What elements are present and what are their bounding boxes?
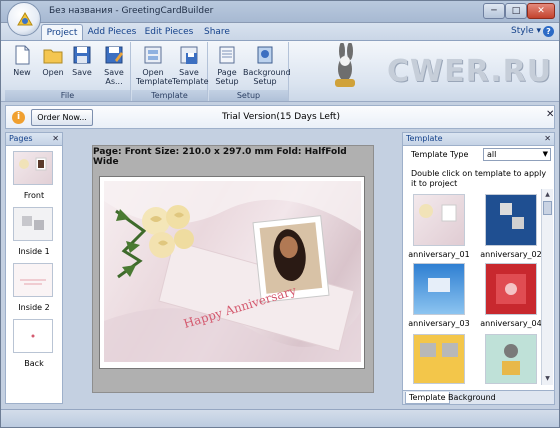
template-panel-header: Template ✕ — [403, 133, 554, 146]
floppy-icon — [73, 46, 91, 64]
page-label-inside-1: Inside 1 — [18, 247, 50, 256]
tab-background[interactable]: Background — [445, 392, 499, 404]
app-logo-icon — [17, 12, 33, 26]
open-template-button[interactable]: Open Template — [136, 44, 173, 86]
minimize-button[interactable]: ─ — [483, 3, 505, 19]
trial-status-text: Trial Version(15 Days Left) — [222, 112, 340, 122]
template-hint: Double click on template to apply it to … — [411, 169, 547, 188]
scrollbar-thumb[interactable] — [543, 201, 552, 215]
chevron-down-icon: ▼ — [542, 150, 548, 158]
tab-add-pieces[interactable]: Add Pieces — [87, 24, 137, 41]
tab-share[interactable]: Share — [201, 24, 233, 41]
tab-edit-pieces[interactable]: Edit Pieces — [144, 24, 194, 41]
open-template-icon — [144, 46, 162, 64]
new-button[interactable]: New — [11, 44, 33, 77]
app-menu-button[interactable] — [7, 2, 41, 36]
page-thumb-front[interactable] — [13, 151, 53, 185]
template-preview — [496, 274, 526, 304]
folder-icon — [43, 49, 63, 64]
page-thumb-preview — [20, 279, 46, 285]
scroll-up-icon[interactable]: ▲ — [543, 190, 552, 199]
page-setup-button[interactable]: Page Setup — [213, 44, 241, 86]
status-bar — [1, 409, 559, 427]
tab-project[interactable]: Project — [41, 24, 83, 41]
card-front[interactable]: Happy Anniversary — [104, 181, 361, 362]
template-panel-tabs: Template Background — [403, 390, 554, 404]
save-as-icon — [105, 46, 123, 64]
template-thumb-anniversary-04[interactable] — [485, 263, 537, 315]
ribbon-tabs: Project Add Pieces Edit Pieces Share Sty… — [1, 23, 559, 41]
group-template: Open Template Save Template Template — [132, 42, 209, 101]
save-template-icon — [180, 46, 198, 64]
template-thumb-anniversary-03[interactable] — [413, 263, 465, 315]
template-preview — [419, 204, 457, 222]
card-artwork — [104, 181, 361, 362]
save-template-button[interactable]: Save Template — [172, 44, 209, 86]
template-scrollbar[interactable]: ▲ ▼ — [541, 189, 553, 385]
template-label-anniversary-02: anniversary_02 — [480, 250, 542, 259]
background-setup-button[interactable]: Background Setup — [243, 44, 291, 86]
template-type-select[interactable]: all ▼ — [483, 148, 551, 161]
page-thumb-preview — [22, 216, 44, 230]
title-bar: Без названия - GreetingCardBuilder ─ □ ✕ — [1, 1, 559, 23]
template-preview — [500, 203, 524, 229]
page-thumb-preview — [19, 157, 47, 171]
order-now-button[interactable]: Order Now... — [31, 109, 93, 126]
pages-panel-header: Pages ✕ — [6, 133, 62, 146]
page-info: Page: Front Size: 210.0 x 297.0 mm Fold:… — [93, 147, 347, 167]
info-icon: i — [12, 111, 25, 124]
save-as-button[interactable]: Save As... — [101, 44, 127, 86]
template-label-anniversary-04: anniversary_04 — [480, 319, 542, 328]
page-thumb-inside-1[interactable] — [13, 207, 53, 241]
group-label-template: Template — [132, 90, 207, 101]
scroll-down-icon[interactable]: ▼ — [543, 374, 552, 383]
group-label-setup: Setup — [209, 90, 288, 101]
save-button[interactable]: Save — [71, 44, 93, 77]
template-label-anniversary-03: anniversary_03 — [408, 319, 470, 328]
trial-close-button[interactable]: ✕ — [546, 109, 554, 120]
trial-bar: i Order Now... Trial Version(15 Days Lef… — [5, 105, 555, 129]
template-thumb-anniversary-01[interactable] — [413, 194, 465, 246]
pages-panel-close-button[interactable]: ✕ — [52, 133, 59, 145]
template-thumb-anniversary-02[interactable] — [485, 194, 537, 246]
page-thumb-inside-2[interactable] — [13, 263, 53, 297]
template-label-anniversary-01: anniversary_01 — [408, 250, 470, 259]
pages-panel: Pages ✕ Front Inside 1 Inside 2 Back — [5, 132, 63, 404]
tab-template[interactable]: Template — [405, 392, 450, 404]
template-thumb-anniversary-06[interactable] — [485, 334, 537, 384]
template-type-label: Template Type — [411, 150, 469, 159]
template-thumb-anniversary-05[interactable] — [413, 334, 465, 384]
app-window: Без названия - GreetingCardBuilder ─ □ ✕… — [0, 0, 560, 428]
page-setup-icon — [219, 46, 235, 64]
page-label-front: Front — [23, 191, 45, 200]
group-file: New Open Save Save As... File — [5, 42, 131, 101]
close-button[interactable]: ✕ — [527, 3, 555, 19]
open-button[interactable]: Open — [41, 44, 65, 77]
page-label-back: Back — [24, 359, 44, 368]
maximize-button[interactable]: □ — [505, 3, 527, 19]
window-title: Без названия - GreetingCardBuilder — [49, 6, 214, 16]
template-preview — [428, 278, 450, 292]
page-label-inside-2: Inside 2 — [18, 303, 50, 312]
style-menu[interactable]: Style ▾ — [511, 26, 541, 36]
background-setup-icon — [257, 46, 273, 64]
template-preview — [420, 343, 458, 357]
group-setup: Page Setup Background Setup Setup — [209, 42, 291, 101]
template-panel-close-button[interactable]: ✕ — [544, 133, 551, 145]
group-label-file: File — [5, 90, 130, 101]
template-preview — [502, 344, 520, 375]
help-icon[interactable]: ? — [543, 26, 554, 37]
page-thumb-preview — [31, 334, 35, 338]
watermark-logo-text: CWER.RU — [387, 54, 553, 89]
new-file-icon — [15, 45, 30, 65]
page-thumb-back[interactable] — [13, 319, 53, 353]
